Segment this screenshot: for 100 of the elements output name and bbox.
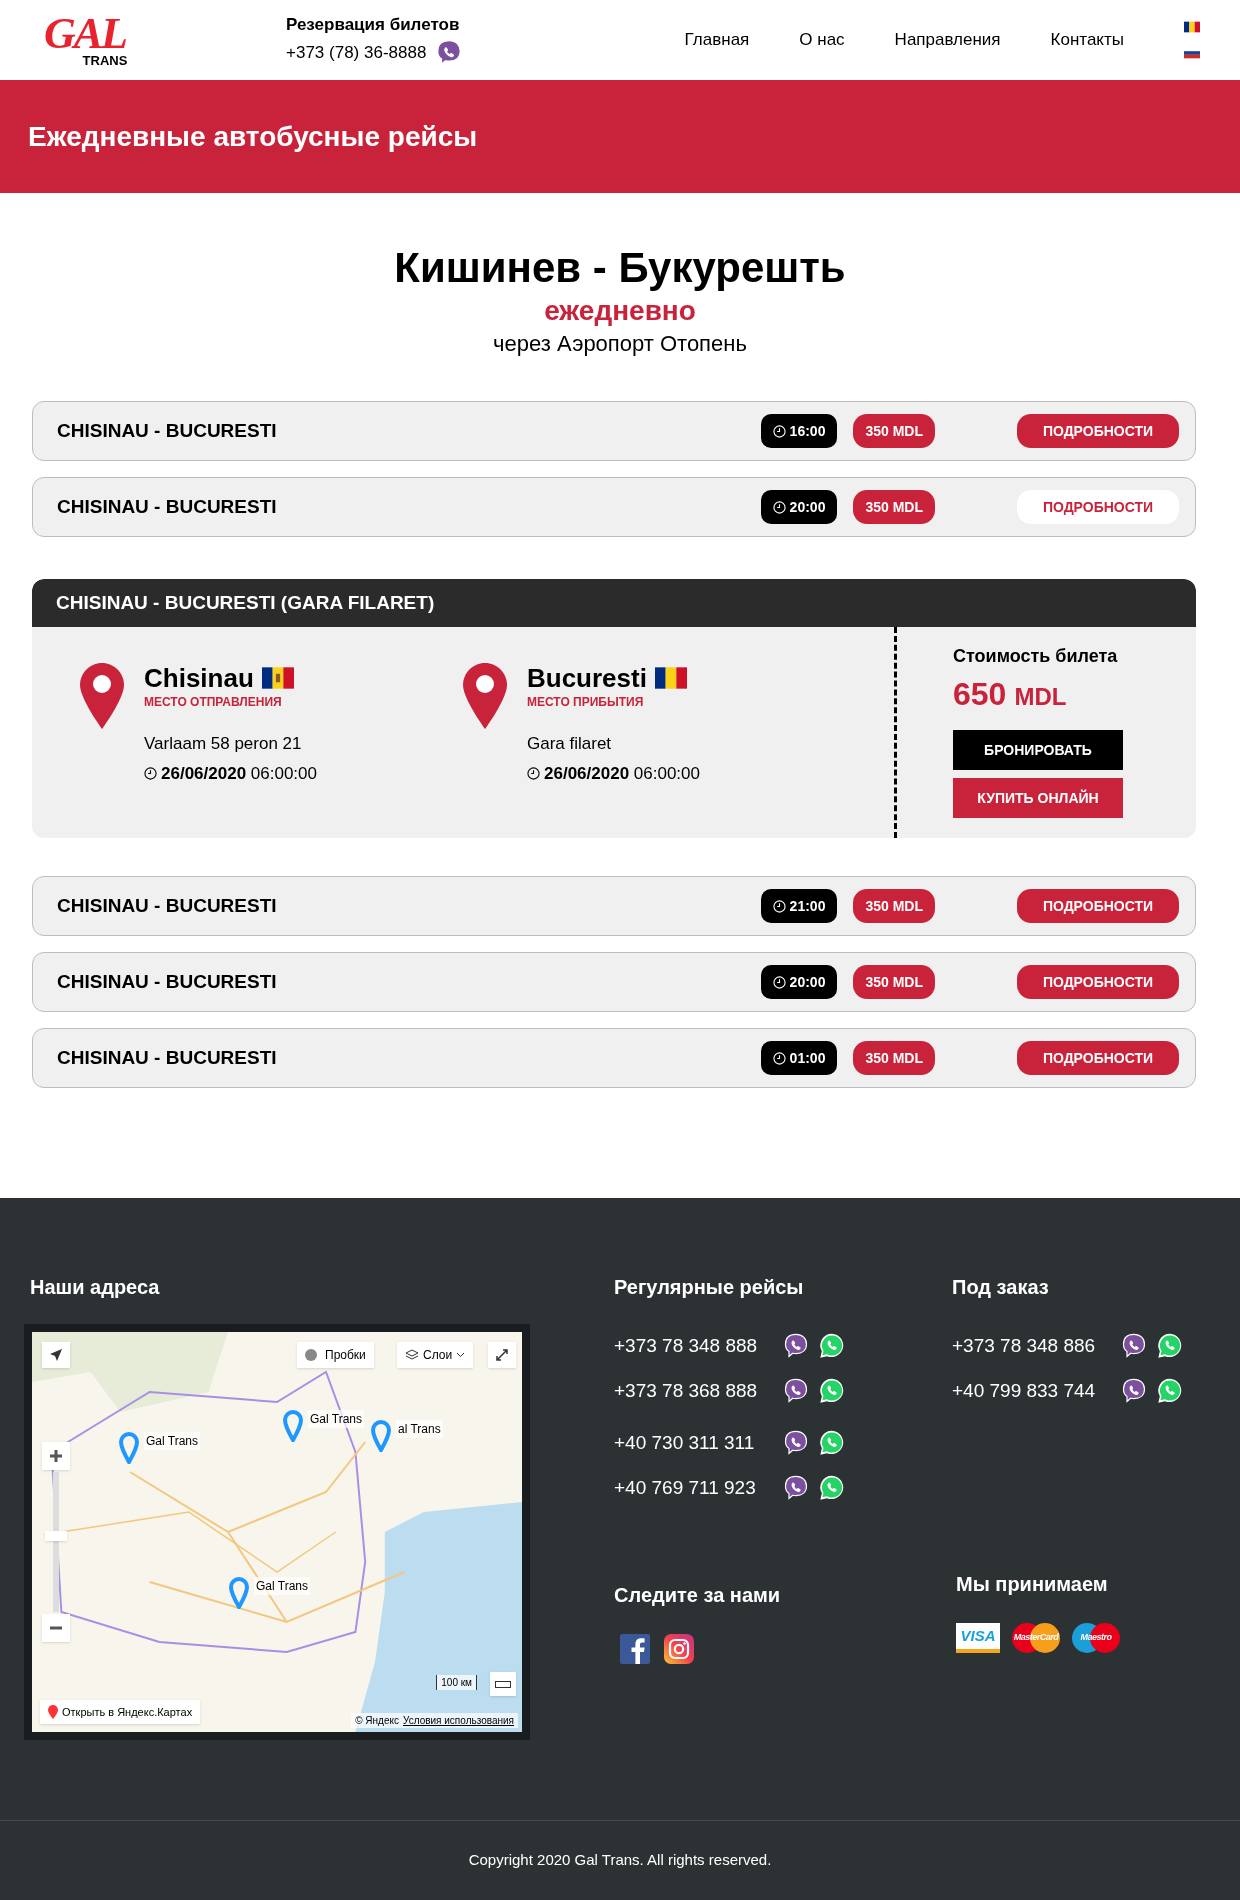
zoom-in-button[interactable] [42, 1442, 70, 1470]
layers-button[interactable]: Слои [397, 1342, 474, 1368]
trip-row[interactable]: CHISINAU - BUCURESTI 21:00 350 MDL ПОДРОБНОСТИ [32, 876, 1196, 936]
layers-icon [405, 1349, 419, 1361]
phone-number: +373 78 368 888 [614, 1378, 759, 1403]
instagram-icon[interactable] [664, 1634, 694, 1664]
open-in-maps-button[interactable]: Открыть в Яндекс.Картах [40, 1700, 201, 1724]
departure-time: 16:00 [760, 414, 838, 448]
facebook-icon[interactable] [620, 1634, 650, 1664]
stop-datetime: 26/06/2020 06:00:00 [544, 762, 700, 785]
viber-icon[interactable] [782, 1429, 810, 1458]
price-label: Стоимость билета [953, 645, 1119, 668]
nav-link[interactable]: Главная [684, 27, 750, 53]
currency: MDL [1014, 682, 1067, 712]
whatsapp-icon[interactable] [1156, 1332, 1184, 1361]
viber-icon[interactable] [1120, 1376, 1148, 1405]
map-marker-icon[interactable] [370, 1420, 392, 1452]
terms-link[interactable]: Условия использования [403, 1713, 514, 1728]
trip-name: CHISINAU - BUCURESTI [57, 1045, 278, 1070]
trip-row[interactable]: CHISINAU - BUCURESTI 16:00 350 MDL ПОДРОБНОСТИ [32, 401, 1196, 461]
clock-icon [772, 424, 786, 438]
map-copyright: © Яндекс [355, 1714, 399, 1728]
trip-row[interactable]: CHISINAU - BUCURESTI 20:00 350 MDL ПОДРОБНОСТИ [32, 952, 1196, 1012]
zoom-slider-thumb[interactable] [45, 1530, 67, 1541]
navigation-arrow-icon [49, 1348, 63, 1362]
whatsapp-icon[interactable] [818, 1473, 846, 1502]
ruler-icon [495, 1680, 511, 1688]
stop-role: МЕСТО ОТПРАВЛЕНИЯ [144, 694, 283, 711]
departure-time: 20:00 [760, 965, 838, 999]
clock-icon [772, 1051, 786, 1065]
price-tag: 350 MDL [853, 965, 935, 999]
minus-icon [50, 1626, 62, 1630]
stop-datetime: 26/06/2020 06:00:00 [161, 762, 317, 785]
location-pin-icon [80, 663, 124, 729]
banner-title: Ежедневные автобусные рейсы [28, 119, 478, 154]
city-name: Bucuresti [527, 663, 647, 693]
phone-number: +40 769 711 923 [614, 1475, 757, 1500]
nav-link[interactable]: О нас [799, 27, 845, 53]
departure-time: 01:00 [760, 1041, 838, 1075]
price-tag: 350 MDL [853, 889, 935, 923]
section-title: Регулярные рейсы [614, 1275, 805, 1300]
departure-time: 21:00 [760, 889, 838, 923]
scale-bar: 100 км [436, 1675, 477, 1690]
whatsapp-icon[interactable] [818, 1429, 846, 1458]
stop-address: Varlaam 58 peron 21 [144, 733, 303, 755]
booking-phone: +373 (78) 36-8888 [286, 42, 427, 64]
section-title: Мы принимаем [956, 1572, 1109, 1597]
section-title: Под заказ [952, 1275, 1050, 1300]
locate-button[interactable] [42, 1342, 70, 1368]
viber-icon[interactable] [782, 1376, 810, 1405]
viber-icon[interactable] [1120, 1332, 1148, 1361]
map-marker-icon[interactable] [282, 1410, 304, 1442]
details-button[interactable]: ПОДРОБНОСТИ [1017, 965, 1179, 999]
clock-icon [527, 766, 540, 780]
traffic-icon [305, 1349, 317, 1361]
city-name: Chisinau [144, 663, 254, 693]
map-marker-icon[interactable] [118, 1432, 140, 1464]
chevron-down-icon [456, 1352, 466, 1358]
section-title: Следите за нами [614, 1583, 782, 1608]
marker-label: Gal Trans [144, 1432, 201, 1450]
zoom-out-button[interactable] [42, 1614, 70, 1642]
traffic-button[interactable]: Пробки [297, 1342, 374, 1368]
details-button[interactable]: ПОДРОБНОСТИ [1017, 490, 1179, 524]
route-title: Кишинев - Букурешть [394, 243, 846, 293]
booking-title: Резервация билетов [286, 14, 461, 37]
whatsapp-icon[interactable] [818, 1332, 846, 1361]
map[interactable]: Пробки Слои Gal Trans Gal Trans al Trans Gal Trans 100 км Открыть в Яндекс.Картах © Яндекс Условия использования [24, 1324, 530, 1740]
route-via: через Аэропорт Отопень [493, 330, 747, 358]
book-button[interactable]: БРОНИРОВАТЬ [953, 730, 1123, 770]
map-marker-icon[interactable] [228, 1577, 250, 1609]
details-button[interactable]: ПОДРОБНОСТИ [1017, 889, 1179, 923]
price-tag: 350 MDL [853, 1041, 935, 1075]
trip-row[interactable]: CHISINAU - BUCURESTI 01:00 350 MDL ПОДРОБНОСТИ [32, 1028, 1196, 1088]
trip-name: CHISINAU - BUCURESTI [57, 893, 278, 918]
whatsapp-icon[interactable] [1156, 1376, 1184, 1405]
phone-number: +40 730 311 311 [614, 1431, 756, 1455]
trip-name: CHISINAU - BUCURESTI [57, 494, 278, 519]
phone-number: +40 799 833 744 [952, 1378, 1097, 1403]
clock-icon [144, 766, 157, 780]
buy-online-button[interactable]: КУПИТЬ ОНЛАЙН [953, 778, 1123, 818]
flag-icon [654, 667, 687, 689]
nav-link[interactable]: Направления [894, 27, 1001, 53]
logo-text: GAL [44, 13, 126, 54]
details-button[interactable]: ПОДРОБНОСТИ [1017, 414, 1179, 448]
trip-name: CHISINAU - BUCURESTI [57, 418, 278, 443]
ruler-button[interactable] [490, 1672, 516, 1696]
fullscreen-button[interactable] [488, 1342, 516, 1368]
nav-link[interactable]: Контакты [1050, 27, 1124, 53]
marker-label: al Trans [396, 1420, 443, 1438]
flag-icon[interactable] [1184, 21, 1200, 33]
section-title: Наши адреса [30, 1275, 161, 1300]
logo-subtitle: TRANS [82, 53, 128, 67]
clock-icon [772, 899, 786, 913]
whatsapp-icon[interactable] [818, 1376, 846, 1405]
viber-icon[interactable] [782, 1332, 810, 1361]
logo[interactable]: GAL TRANS [30, 13, 140, 67]
trip-row[interactable]: CHISINAU - BUCURESTI 20:00 350 MDL ПОДРОБНОСТИ [32, 477, 1196, 537]
marker-label: Gal Trans [254, 1577, 311, 1595]
details-button[interactable]: ПОДРОБНОСТИ [1017, 1041, 1179, 1075]
viber-icon[interactable] [782, 1473, 810, 1502]
